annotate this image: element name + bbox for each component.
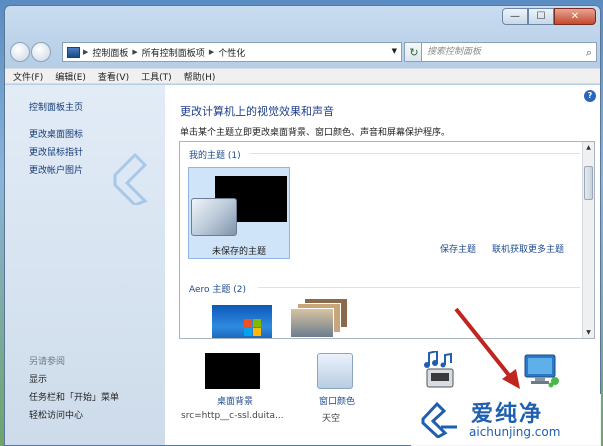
breadcrumb-all-items[interactable]: 所有控制面板项 [142, 46, 205, 59]
themes-list: 我的主题 (1) 未保存的主题 保存主题 联机获取更多主题 Aero 主题 (2… [179, 141, 595, 339]
desktop-background-value: src=http__c-ssl.duita... [181, 411, 284, 421]
theme-preview-window [191, 198, 237, 236]
aero-themes-group[interactable]: Aero 主题 (2) [189, 282, 246, 295]
theme-tile-scenes[interactable] [290, 298, 350, 338]
menu-bar: 文件(F) 编辑(E) 查看(V) 工具(T) 帮助(H) [5, 68, 600, 84]
see-also-heading: 另请参阅 [29, 357, 66, 367]
link-change-mouse-pointers[interactable]: 更改鼠标指针 [29, 145, 83, 158]
desktop-background-thumb[interactable] [205, 353, 260, 389]
link-control-panel-home[interactable]: 控制面板主页 [29, 100, 83, 113]
search-placeholder: 搜索控制面板 [427, 47, 482, 57]
scroll-up-icon[interactable]: ▲ [583, 142, 594, 153]
back-button[interactable] [10, 42, 30, 62]
menu-edit[interactable]: 编辑(E) [55, 70, 86, 83]
theme-tile-unsaved[interactable]: 未保存的主题 [188, 167, 290, 259]
menu-help[interactable]: 帮助(H) [184, 70, 216, 83]
window-caption-buttons: — ☐ ✕ [502, 8, 596, 25]
menu-view[interactable]: 查看(V) [98, 70, 129, 83]
theme-tile-label: 未保存的主题 [211, 247, 266, 257]
chevron-right-icon: ▶ [83, 48, 89, 56]
maximize-button[interactable]: ☐ [528, 8, 554, 25]
group-divider [258, 287, 580, 288]
scroll-thumb[interactable] [584, 166, 593, 200]
windows-logo-icon [244, 319, 261, 336]
page-subtitle: 单击某个主题立即更改桌面背景、窗口颜色、声音和屏幕保护程序。 [180, 128, 451, 138]
link-change-account-picture[interactable]: 更改帐户图片 [29, 163, 83, 176]
window-color-link[interactable]: 窗口颜色 [312, 394, 362, 407]
address-row: ▶ 控制面板 ▶ 所有控制面板项 ▶ 个性化 ▼ ↻ 搜索控制面板 ⌕ [5, 39, 600, 65]
group-divider [250, 153, 580, 154]
watermark-logo-icon [421, 401, 457, 438]
address-bar[interactable]: ▶ 控制面板 ▶ 所有控制面板项 ▶ 个性化 ▼ [62, 42, 402, 62]
menu-tools[interactable]: 工具(T) [141, 70, 172, 83]
my-themes-group[interactable]: 我的主题 (1) [189, 148, 241, 161]
theme-photo [290, 308, 334, 338]
menu-file[interactable]: 文件(F) [13, 70, 43, 83]
breadcrumb-control-panel[interactable]: 控制面板 [92, 46, 128, 59]
chevron-right-icon: ▶ [132, 48, 138, 56]
link-change-desktop-icons[interactable]: 更改桌面图标 [29, 127, 83, 140]
window-color-value: 天空 [322, 414, 341, 424]
search-input[interactable]: 搜索控制面板 ⌕ [421, 42, 597, 62]
link-taskbar-start-menu[interactable]: 任务栏和「开始」菜单 [29, 390, 119, 403]
annotation-arrow-icon [454, 307, 520, 389]
chevron-right-icon: ▶ [208, 48, 215, 56]
breadcrumb-personalization[interactable]: 个性化 [218, 46, 245, 59]
chevron-down-icon[interactable]: ▼ [392, 47, 397, 55]
themes-scrollbar[interactable]: ▲ ▼ [582, 142, 594, 338]
scroll-down-icon[interactable]: ▼ [583, 327, 594, 338]
control-panel-icon [67, 46, 80, 58]
close-button[interactable]: ✕ [554, 8, 596, 25]
minimize-button[interactable]: — [502, 8, 528, 25]
link-ease-of-access[interactable]: 轻松访问中心 [29, 408, 83, 421]
save-theme-link[interactable]: 保存主题 [440, 242, 476, 255]
main-content: ? 更改计算机上的视觉效果和声音 单击某个主题立即更改桌面背景、窗口颜色、声音和… [165, 85, 600, 445]
left-pane: 控制面板主页 更改桌面图标 更改鼠标指针 更改帐户图片 另请参阅 显示 任务栏和… [5, 85, 165, 445]
link-display[interactable]: 显示 [29, 372, 47, 385]
search-icon[interactable]: ⌕ [586, 44, 592, 62]
theme-tile-windows7[interactable] [212, 305, 272, 338]
watermark-name: 爱纯净 [471, 402, 544, 427]
refresh-icon: ↻ [409, 45, 419, 59]
desktop-background-link[interactable]: 桌面背景 [205, 394, 265, 407]
page-title: 更改计算机上的视觉效果和声音 [180, 105, 334, 118]
forward-button[interactable] [31, 42, 51, 62]
watermark-url: aichunjing.com [469, 425, 561, 439]
window-color-thumb[interactable] [317, 353, 353, 389]
get-more-themes-link[interactable]: 联机获取更多主题 [492, 242, 564, 255]
site-watermark: 爱纯净 aichunjing.com [411, 394, 601, 446]
help-icon[interactable]: ? [584, 90, 596, 102]
